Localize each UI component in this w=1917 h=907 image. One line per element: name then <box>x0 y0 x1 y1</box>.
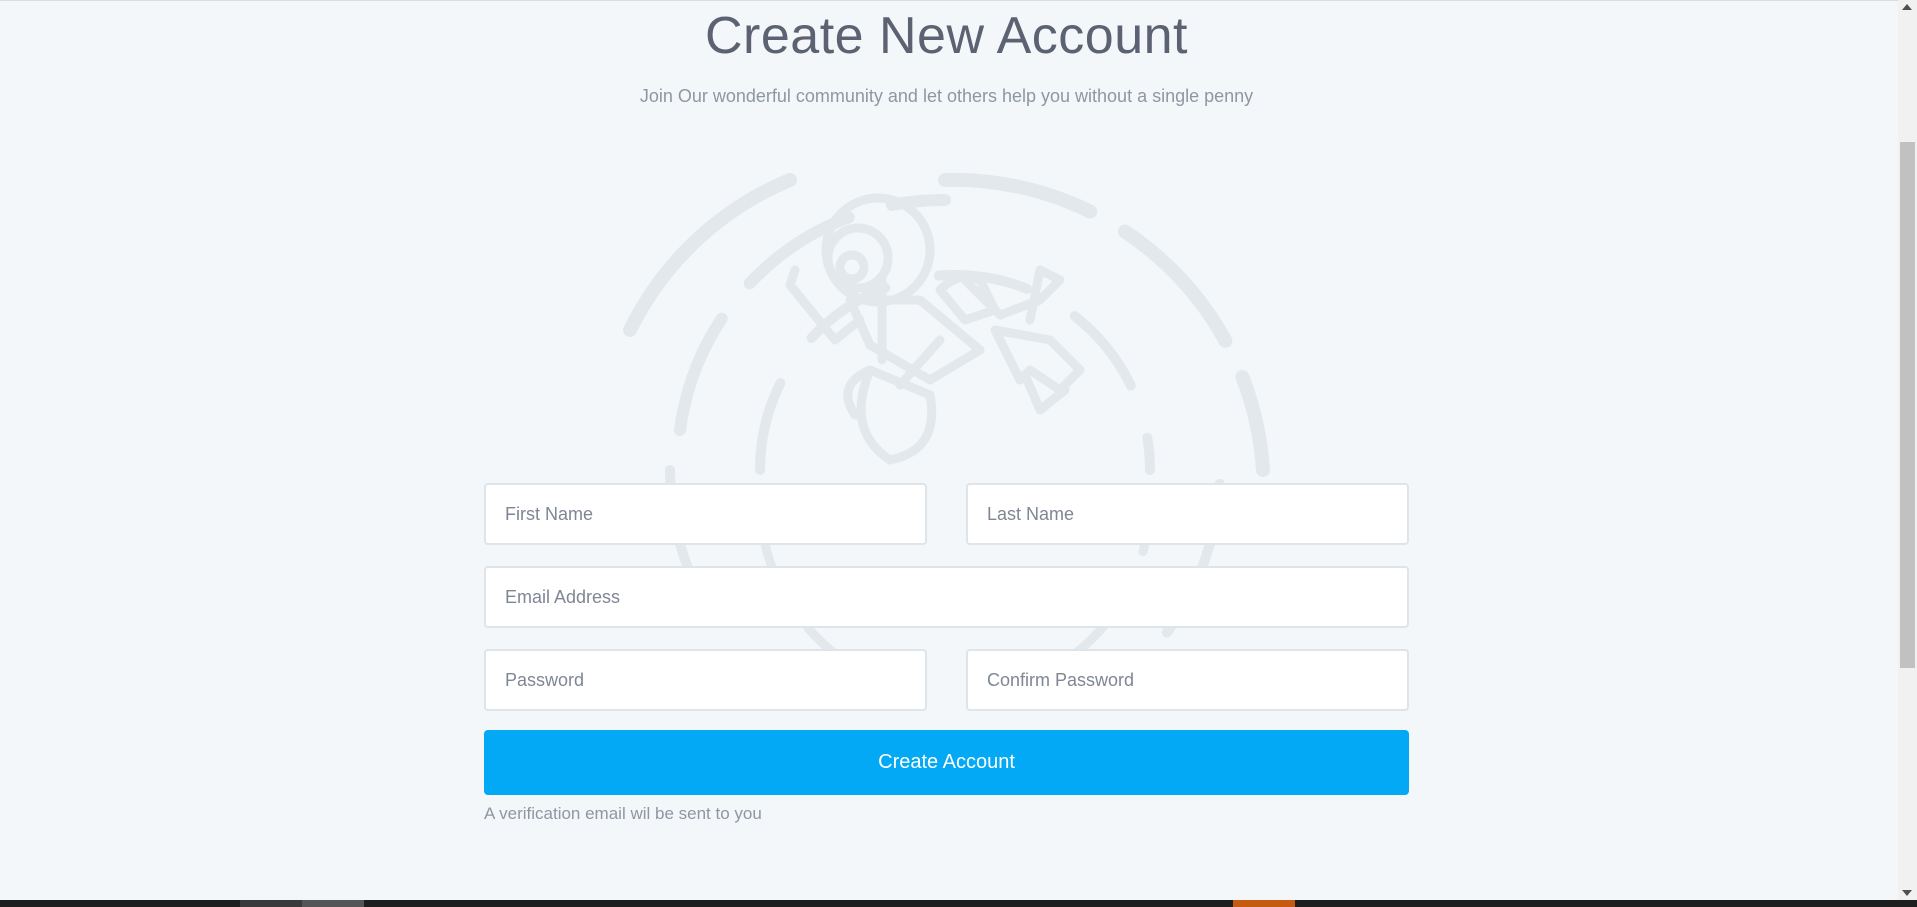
email-input[interactable] <box>484 566 1409 628</box>
taskbar-item <box>240 900 302 907</box>
password-input[interactable] <box>484 649 927 711</box>
taskbar-item <box>1233 900 1295 907</box>
confirm-password-input[interactable] <box>966 649 1409 711</box>
create-account-button[interactable]: Create Account <box>484 730 1409 795</box>
taskbar-strip <box>0 900 1917 907</box>
page-title: Create New Account <box>704 7 1189 65</box>
scrollbar-thumb[interactable] <box>1900 142 1915 668</box>
verification-note: A verification email wil be sent to you <box>484 804 762 823</box>
vertical-scrollbar[interactable] <box>1898 0 1917 900</box>
scroll-down-icon[interactable] <box>1902 890 1912 896</box>
scroll-up-icon[interactable] <box>1902 4 1912 10</box>
taskbar-item <box>302 900 364 907</box>
first-name-input[interactable] <box>484 483 927 545</box>
last-name-input[interactable] <box>966 483 1409 545</box>
page-subtitle: Join Our wonderful community and let oth… <box>639 86 1254 106</box>
signup-page: Create New Account Join Our wonderful co… <box>0 0 1898 900</box>
